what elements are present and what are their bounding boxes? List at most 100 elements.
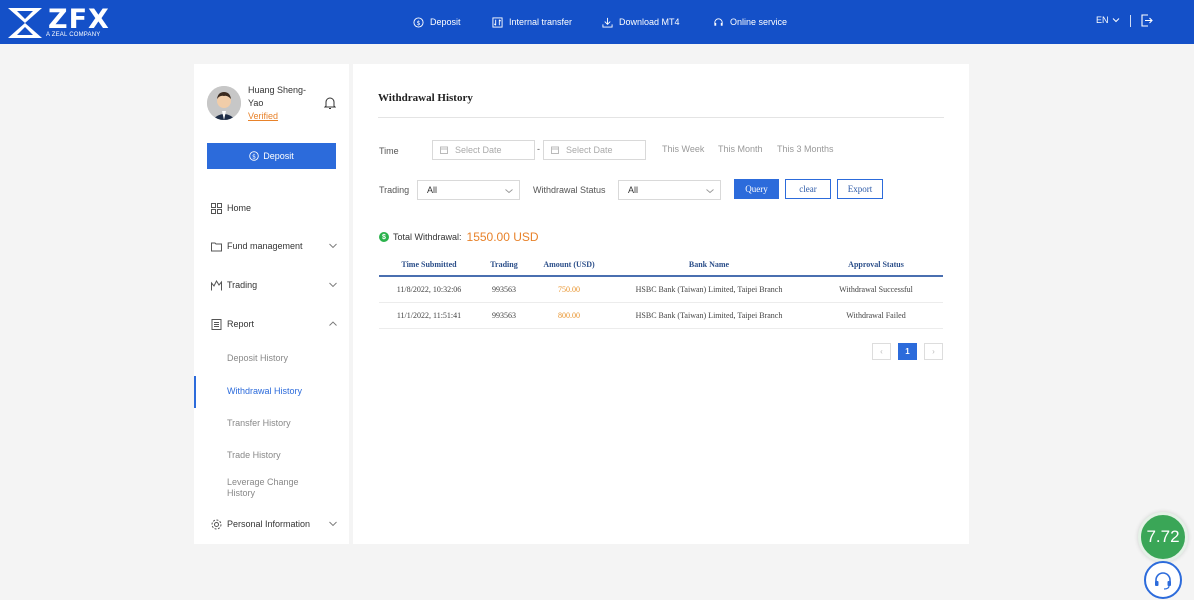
header-divider xyxy=(1130,15,1131,27)
zfx-logo[interactable]: ZFX A ZEAL COMPANY xyxy=(8,4,110,40)
nav-online-service-label: Online service xyxy=(730,17,788,27)
language-selector[interactable]: EN xyxy=(1096,15,1120,25)
nav-download-mt4-label: Download MT4 xyxy=(619,17,680,27)
withdrawal-table: Time Submitted Trading Amount (USD) Bank… xyxy=(379,253,943,329)
sidebar-sub-withdrawal-history[interactable]: Withdrawal History xyxy=(227,386,317,397)
cell-amount: 800.00 xyxy=(529,302,609,329)
svg-text:$: $ xyxy=(416,18,420,26)
query-button[interactable]: Query xyxy=(734,179,779,199)
time-label: Time xyxy=(379,146,399,156)
sidebar-item-label: Home xyxy=(227,203,252,213)
start-date-field[interactable]: Select Date xyxy=(432,140,535,160)
folder-icon xyxy=(211,242,222,251)
cell-bank-name: HSBC Bank (Taiwan) Limited, Taipei Branc… xyxy=(609,302,809,329)
export-button[interactable]: Export xyxy=(837,179,883,199)
nav-deposit[interactable]: $ Deposit xyxy=(413,0,461,44)
dollar-circle-icon: $ xyxy=(413,16,424,28)
sidebar-item-fund-management[interactable]: Fund management xyxy=(211,238,339,254)
pagination-page-1[interactable]: 1 xyxy=(898,343,917,360)
nav-deposit-label: Deposit xyxy=(430,17,461,27)
title-divider xyxy=(378,117,944,118)
customer-support-button[interactable] xyxy=(1144,561,1182,599)
zfx-emblem-icon xyxy=(8,8,42,38)
language-label: EN xyxy=(1096,15,1109,25)
range-this-3-months[interactable]: This 3 Months xyxy=(777,144,834,154)
calendar-icon xyxy=(440,146,448,154)
logout-icon[interactable] xyxy=(1140,14,1153,27)
start-date-placeholder: Select Date xyxy=(455,145,502,155)
sidebar-sub-transfer-history[interactable]: Transfer History xyxy=(227,418,317,429)
score-badge[interactable]: 7.72 xyxy=(1138,512,1188,562)
table-row: 11/1/2022, 11:51:41 993563 800.00 HSBC B… xyxy=(379,302,943,329)
cell-status: Withdrawal Successful xyxy=(809,276,943,303)
sidebar-deposit-label: Deposit xyxy=(263,151,294,161)
date-separator: - xyxy=(537,144,540,154)
page-title: Withdrawal History xyxy=(378,92,473,104)
sidebar: Huang Sheng-Yao Verified $ Deposit Home … xyxy=(194,64,349,544)
nav-internal-transfer[interactable]: Internal transfer xyxy=(492,0,572,44)
end-date-placeholder: Select Date xyxy=(566,145,613,155)
nav-download-mt4[interactable]: Download MT4 xyxy=(602,0,680,44)
pagination-next-button[interactable]: › xyxy=(924,343,943,360)
sidebar-item-personal-information[interactable]: Personal Information xyxy=(211,516,339,532)
sidebar-item-label: Fund management xyxy=(227,241,303,251)
sidebar-item-label: Trading xyxy=(227,280,258,290)
logo-text: ZFX xyxy=(48,4,110,35)
svg-text:$: $ xyxy=(252,153,256,160)
total-withdrawal-label: Total Withdrawal: xyxy=(393,232,462,242)
cell-trading: 993563 xyxy=(479,276,529,303)
headset-icon xyxy=(714,17,723,26)
sidebar-item-label: Report xyxy=(227,319,255,329)
chevron-down-icon xyxy=(1112,18,1119,23)
chevron-down-icon xyxy=(329,243,337,249)
sidebar-item-home[interactable]: Home xyxy=(211,200,339,216)
range-this-week[interactable]: This Week xyxy=(662,144,704,154)
user-avatar-icon xyxy=(207,86,241,120)
dollar-icon: $ xyxy=(379,232,389,242)
cell-bank-name: HSBC Bank (Taiwan) Limited, Taipei Branc… xyxy=(609,276,809,303)
headset-icon xyxy=(1155,572,1171,590)
report-icon xyxy=(211,318,222,330)
table-header-row: Time Submitted Trading Amount (USD) Bank… xyxy=(379,253,943,277)
cell-status: Withdrawal Failed xyxy=(809,302,943,329)
sidebar-sub-deposit-history[interactable]: Deposit History xyxy=(227,353,317,364)
status-select-value: All xyxy=(628,185,639,195)
nav-online-service[interactable]: Online service xyxy=(713,0,787,44)
chevron-down-icon xyxy=(706,189,714,194)
clear-button[interactable]: clear xyxy=(785,179,831,199)
col-amount: Amount (USD) xyxy=(529,253,609,277)
sidebar-sub-trade-history[interactable]: Trade History xyxy=(227,450,317,461)
chevron-down-icon xyxy=(329,521,337,527)
pagination-prev-button[interactable]: ‹ xyxy=(872,343,891,360)
sidebar-deposit-button[interactable]: $ Deposit xyxy=(207,143,336,169)
download-icon xyxy=(602,17,613,28)
chevron-down-icon xyxy=(505,189,513,194)
trading-select-value: All xyxy=(427,185,438,195)
total-withdrawal: $ Total Withdrawal: 1550.00 USD xyxy=(379,230,539,244)
calendar-icon xyxy=(551,146,559,154)
end-date-field[interactable]: Select Date xyxy=(543,140,646,160)
sidebar-sub-leverage-change-history[interactable]: Leverage Change History xyxy=(227,477,309,499)
dollar-circle-icon: $ xyxy=(249,151,259,161)
verified-link[interactable]: Verified xyxy=(248,111,278,121)
withdrawal-status-select[interactable]: All xyxy=(618,180,721,200)
col-approval-status: Approval Status xyxy=(809,253,943,277)
avatar[interactable] xyxy=(207,86,241,120)
bell-icon[interactable] xyxy=(324,96,336,110)
range-this-month[interactable]: This Month xyxy=(718,144,763,154)
nav-internal-transfer-label: Internal transfer xyxy=(509,17,573,27)
withdrawal-status-label: Withdrawal Status xyxy=(533,185,606,195)
trading-select[interactable]: All xyxy=(417,180,520,200)
chevron-down-icon xyxy=(329,282,337,288)
logo-subtitle: A ZEAL COMPANY xyxy=(46,32,101,38)
col-bank-name: Bank Name xyxy=(609,253,809,277)
transfer-icon xyxy=(492,16,503,28)
sidebar-item-report[interactable]: Report xyxy=(211,316,339,332)
sidebar-item-trading[interactable]: Trading xyxy=(211,277,339,293)
cell-time: 11/1/2022, 11:51:41 xyxy=(379,302,479,329)
sidebar-item-label: Personal Information xyxy=(227,519,311,529)
col-time-submitted: Time Submitted xyxy=(379,253,479,277)
grid-icon xyxy=(211,202,222,214)
top-header: ZFX A ZEAL COMPANY $ Deposit Internal tr… xyxy=(0,0,1194,44)
chevron-up-icon xyxy=(329,321,337,326)
